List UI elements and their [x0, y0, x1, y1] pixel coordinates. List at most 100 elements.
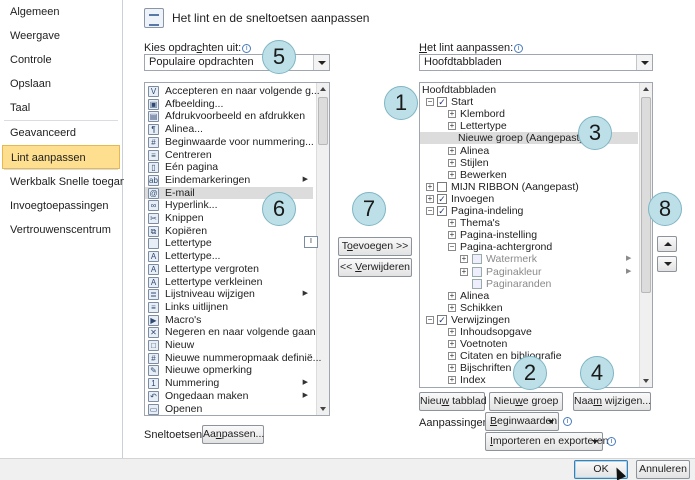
move-up-button[interactable]	[657, 236, 677, 252]
expand-icon[interactable]: +	[460, 267, 468, 276]
tab-checkbox[interactable]	[437, 181, 447, 192]
collapse-icon[interactable]: −	[426, 98, 434, 107]
remove-button[interactable]: << Verwijderen	[338, 258, 412, 277]
tree-node[interactable]: − ✓ Verwijzingen	[420, 314, 638, 326]
command-item[interactable]: ↶ Ongedaan maken ▶	[145, 390, 313, 403]
customize-ribbon-combo[interactable]: Hoofdtabbladen	[419, 54, 653, 71]
expand-icon[interactable]: +	[448, 303, 456, 312]
tree-node[interactable]: + Bewerken	[420, 169, 638, 181]
import-export-dropdown[interactable]: Importeren en exporteren	[485, 432, 609, 451]
scroll-down-icon[interactable]	[640, 375, 652, 387]
expand-icon[interactable]: +	[448, 219, 456, 228]
command-item[interactable]: ¶ Alinea...	[145, 123, 313, 136]
tree-node[interactable]: + MIJN RIBBON (Aangepast)	[420, 181, 638, 193]
expand-icon[interactable]: +	[448, 231, 456, 240]
tree-node[interactable]: + Stijlen	[420, 157, 638, 169]
cancel-button[interactable]: Annuleren	[636, 460, 690, 479]
tree-node[interactable]: + Paginakleur ▶	[420, 266, 638, 278]
nav-item-lint-aanpassen[interactable]: Lint aanpassen	[2, 145, 120, 169]
command-item[interactable]: ≣ Lijstniveau wijzigen ▶	[145, 288, 313, 301]
nav-item-werkbalk-snelle-toegang[interactable]: Werkbalk Snelle toegang	[0, 170, 132, 194]
tree-scrollbar[interactable]	[639, 83, 652, 387]
command-item[interactable]: □ Nieuw	[145, 339, 313, 352]
command-item[interactable]: ▤ Afdrukvoorbeeld en afdrukken	[145, 110, 313, 123]
scroll-thumb[interactable]	[318, 97, 328, 145]
tree-node[interactable]: + Watermerk ▶	[420, 253, 638, 265]
scroll-up-icon[interactable]	[640, 83, 652, 95]
info-icon[interactable]: i	[514, 44, 524, 53]
nav-item-vertrouwenscentrum[interactable]: Vertrouwenscentrum	[0, 218, 122, 242]
add-button[interactable]: Toevoegen >>	[338, 237, 412, 256]
command-item[interactable]: ⧉ Kopiëren	[145, 225, 313, 238]
command-item[interactable]: A Lettertype verkleinen	[145, 276, 313, 289]
tree-node[interactable]: + Voetnoten	[420, 338, 638, 350]
expand-icon[interactable]: +	[448, 328, 456, 336]
info-icon[interactable]: i	[242, 44, 252, 53]
tab-checkbox[interactable]: ✓	[437, 206, 447, 216]
scroll-thumb[interactable]	[641, 97, 651, 293]
chevron-down-icon[interactable]	[313, 55, 329, 70]
nav-item-geavanceerd[interactable]: Geavanceerd	[0, 121, 122, 145]
reset-dropdown[interactable]: Beginwaarden	[485, 412, 559, 431]
expand-icon[interactable]: +	[426, 194, 434, 203]
new-group-button[interactable]: Nieuwe groep	[489, 392, 563, 411]
command-item[interactable]: ≡ Centreren	[145, 149, 313, 162]
command-item[interactable]: ≡ Links uitlijnen	[145, 301, 313, 314]
expand-icon[interactable]: +	[448, 158, 456, 167]
command-item[interactable]: ✐Opmaak kopiëren/plakken	[145, 415, 313, 416]
collapse-icon[interactable]: −	[426, 315, 434, 324]
tree-node[interactable]: + Schikken	[420, 302, 638, 314]
command-item[interactable]: V Accepteren en naar volgende g...	[145, 85, 320, 98]
command-item[interactable]: ▣ Afbeelding...	[145, 98, 313, 111]
choose-commands-combo[interactable]: Populaire opdrachten	[144, 54, 330, 71]
command-item[interactable]: ▶ Macro's	[145, 314, 313, 327]
commands-scrollbar[interactable]	[316, 83, 329, 415]
ribbon-tree[interactable]: Hoofdtabbladen − ✓ Start + Klembord + Lettertyp…	[419, 82, 653, 388]
tree-node[interactable]: + Alinea	[420, 290, 638, 302]
tree-node[interactable]: + Pagina-instelling	[420, 229, 638, 241]
command-item[interactable]: 1 Nummering ▶	[145, 377, 313, 390]
command-item[interactable]: ✕ Negeren en naar volgende gaan	[145, 326, 316, 339]
command-item[interactable]: ▯ Eén pagina	[145, 161, 313, 174]
tab-checkbox[interactable]: ✓	[437, 193, 447, 204]
expand-icon[interactable]: +	[448, 376, 456, 385]
command-item[interactable]: ▭ Openen	[145, 403, 313, 416]
info-icon[interactable]: i	[607, 437, 616, 446]
nav-item-taal[interactable]: Taal	[0, 96, 122, 120]
tree-node[interactable]: − Pagina-achtergrond	[420, 241, 638, 253]
command-item[interactable]: A Lettertype vergroten	[145, 263, 313, 276]
tab-checkbox[interactable]: ✓	[437, 314, 447, 325]
rename-button[interactable]: Naam wijzigen...	[573, 392, 651, 411]
expand-icon[interactable]: +	[448, 340, 456, 349]
tree-node[interactable]: Hoofdtabbladen	[420, 84, 638, 96]
commands-list[interactable]: V Accepteren en naar volgende g... ▣ Afbeel…	[144, 82, 330, 416]
command-item[interactable]: ab Eindemarkeringen ▶	[145, 174, 313, 187]
expand-icon[interactable]: +	[448, 364, 456, 373]
tab-checkbox[interactable]: ✓	[437, 97, 447, 108]
nav-item-weergave[interactable]: Weergave	[0, 24, 122, 48]
tree-node[interactable]: + Klembord	[420, 108, 638, 120]
command-item[interactable]: A Lettertype...	[145, 250, 313, 263]
tree-node[interactable]: + Thema's	[420, 217, 638, 229]
tree-node[interactable]: Paginaranden	[420, 278, 638, 290]
command-item[interactable]: Lettertype I	[145, 236, 318, 250]
collapse-icon[interactable]: −	[448, 243, 456, 252]
scroll-down-icon[interactable]	[317, 403, 329, 415]
new-tab-button[interactable]: Nieuw tabblad	[419, 392, 487, 411]
customize-shortcuts-button[interactable]: Aanpassen...	[202, 425, 264, 444]
expand-icon[interactable]: +	[448, 291, 456, 300]
command-item[interactable]: ✎ Nieuwe opmerking	[145, 364, 313, 377]
nav-item-invoegtoepassingen[interactable]: Invoegtoepassingen	[0, 194, 122, 218]
expand-icon[interactable]: +	[460, 255, 468, 264]
move-down-button[interactable]	[657, 256, 677, 272]
chevron-down-icon[interactable]	[636, 55, 652, 70]
nav-item-algemeen[interactable]: Algemeen	[0, 0, 122, 24]
nav-item-controle[interactable]: Controle	[0, 48, 122, 72]
collapse-icon[interactable]: −	[426, 207, 434, 215]
command-item[interactable]: # Nieuwe nummeropmaak definië...	[145, 352, 321, 365]
tree-node[interactable]: + ✓ Invoegen	[420, 193, 638, 205]
expand-icon[interactable]: +	[448, 122, 456, 131]
expand-icon[interactable]: +	[448, 170, 456, 179]
expand-icon[interactable]: +	[448, 110, 456, 119]
info-icon[interactable]: i	[563, 417, 572, 426]
